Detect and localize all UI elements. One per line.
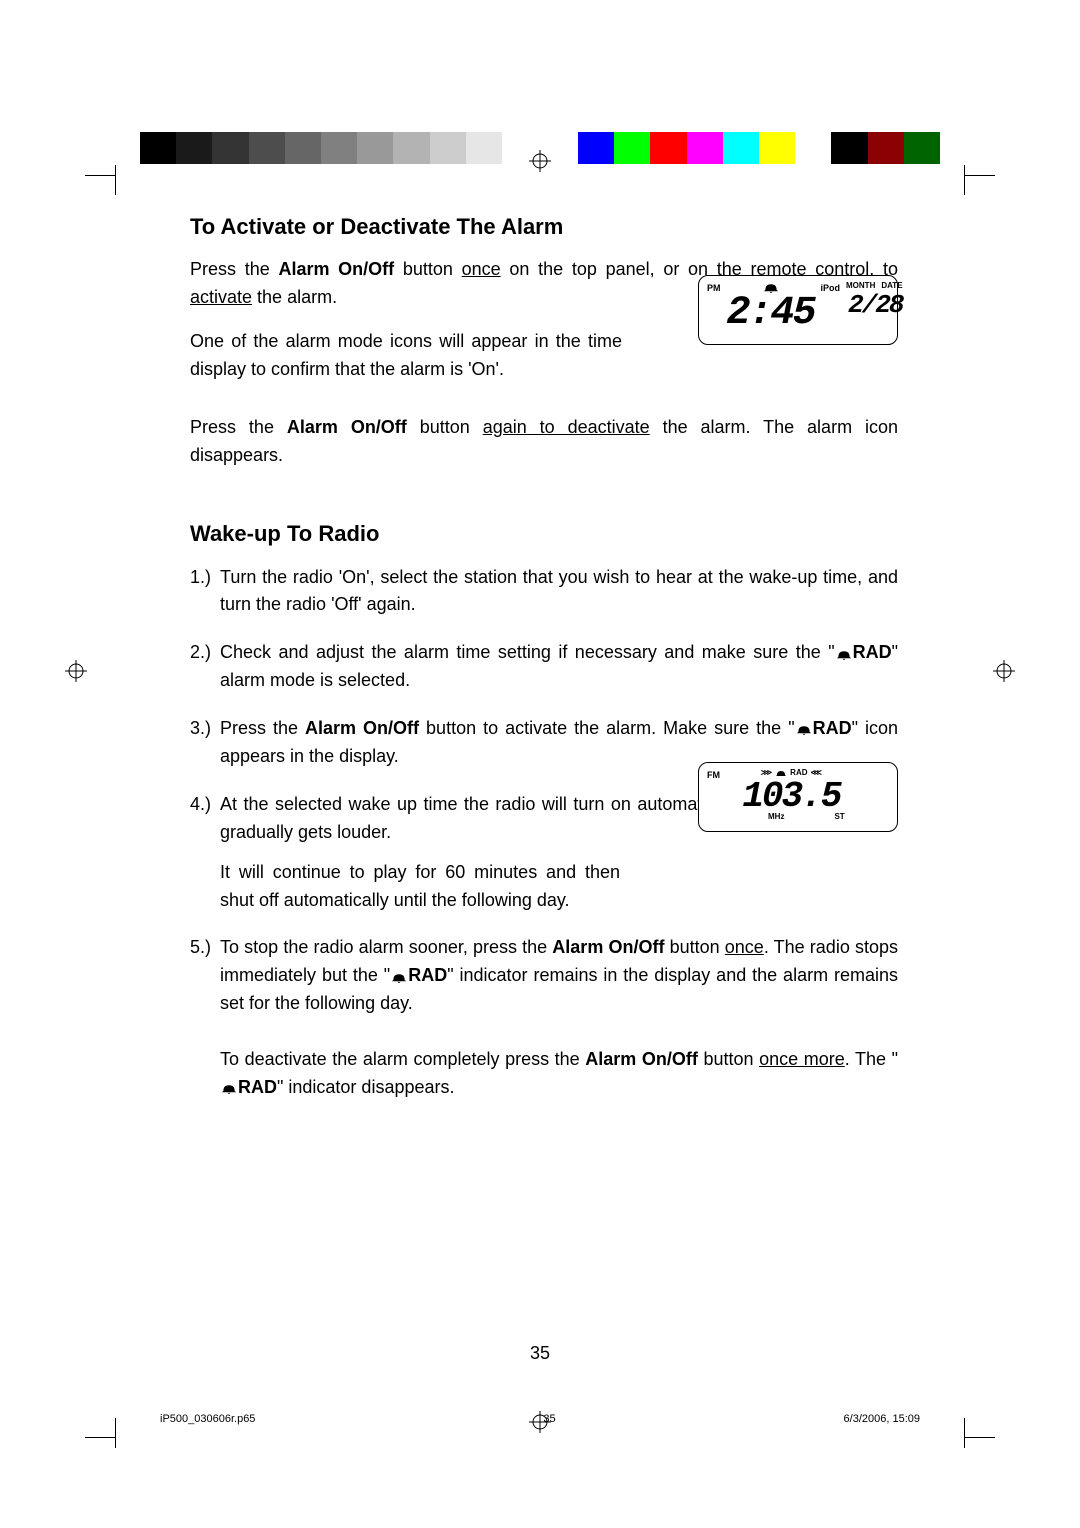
button-label-text: Alarm On/Off (552, 937, 664, 957)
page-content: To Activate or Deactivate The Alarm Pres… (190, 210, 898, 1122)
frequency-value: 103.5 (742, 779, 840, 815)
mode-label: RAD (238, 1077, 277, 1097)
button-label-text: Alarm On/Off (305, 718, 419, 738)
lcd-display-radio: FM ⋙ RAD ⋘ 103.5 MHz ST (698, 762, 898, 832)
print-footer: iP500_030606r.p65 35 6/3/2006, 15:09 (160, 1411, 920, 1428)
button-label-text: Alarm On/Off (585, 1049, 698, 1069)
registration-mark-icon (529, 150, 551, 172)
button-label-text: Alarm On/Off (287, 417, 407, 437)
pm-indicator: PM (707, 282, 721, 296)
mode-label: RAD (853, 642, 892, 662)
unit-label: MHz (768, 811, 784, 823)
time-value: 2:45 (727, 294, 815, 334)
section-heading-alarm: To Activate or Deactivate The Alarm (190, 210, 898, 244)
list-number: 3.) (190, 715, 220, 771)
mode-label: RAD (813, 718, 852, 738)
crop-mark (945, 1398, 985, 1438)
footer-timestamp: 6/3/2006, 15:09 (844, 1411, 920, 1428)
ipod-indicator: iPod (821, 282, 841, 296)
list-item: 5.) To stop the radio alarm sooner, pres… (190, 934, 898, 1101)
alarm-bell-icon (835, 647, 853, 661)
alarm-bell-icon (220, 1081, 238, 1095)
fm-indicator: FM (707, 769, 720, 783)
list-number: 4.) (190, 791, 220, 915)
alarm-bell-icon (795, 722, 813, 736)
registration-mark-icon (993, 660, 1015, 682)
crop-mark (945, 175, 985, 215)
date-value: 2/28 (848, 292, 902, 318)
list-number: 1.) (190, 564, 220, 620)
lcd-display-time: PM 2:45 iPod MONTH DATE 2/28 (698, 275, 898, 345)
footer-filename: iP500_030606r.p65 (160, 1411, 255, 1428)
list-item: 2.) Check and adjust the alarm time sett… (190, 639, 898, 695)
footer-page: 35 (543, 1411, 555, 1428)
paragraph: One of the alarm mode icons will appear … (190, 328, 622, 384)
button-label-text: Alarm On/Off (278, 259, 394, 279)
section-heading-radio: Wake-up To Radio (190, 517, 898, 551)
paragraph: Press the Alarm On/Off button again to d… (190, 414, 898, 470)
registration-mark-icon (65, 660, 87, 682)
page-number: 35 (530, 1340, 550, 1368)
crop-mark (95, 175, 135, 215)
alarm-bell-icon (390, 970, 408, 984)
list-number: 5.) (190, 934, 220, 1101)
stereo-indicator: ST (834, 811, 844, 823)
mode-label: RAD (408, 965, 447, 985)
list-item: 1.) Turn the radio 'On', select the stat… (190, 564, 898, 620)
crop-mark (95, 1398, 135, 1438)
list-number: 2.) (190, 639, 220, 695)
